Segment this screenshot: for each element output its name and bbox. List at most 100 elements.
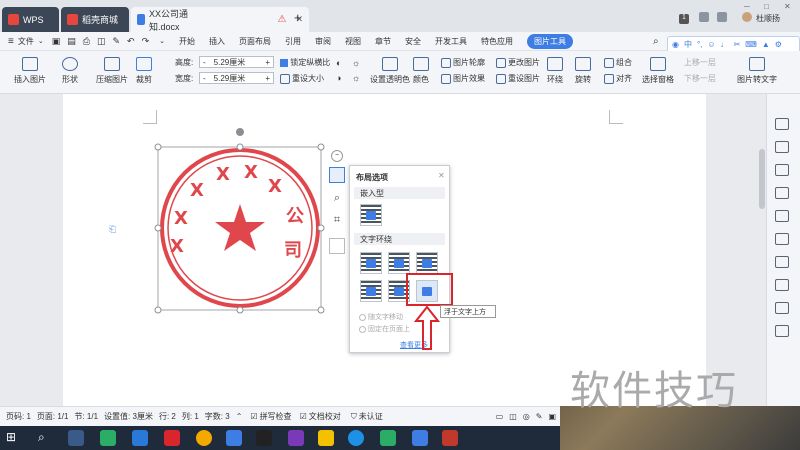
zoom-icon[interactable]: ⌕ bbox=[329, 192, 345, 208]
status-section[interactable]: 节: 1/1 bbox=[74, 411, 98, 422]
crop-icon[interactable]: ⌗ bbox=[329, 214, 345, 230]
save-icon[interactable]: ▣ bbox=[52, 36, 61, 47]
image-effects-button[interactable]: 图片效果 bbox=[441, 73, 485, 84]
ime-language[interactable]: 中 bbox=[684, 39, 692, 50]
reset-image-button[interactable]: 重设图片 bbox=[496, 73, 540, 84]
crop-button[interactable]: 裁剪 bbox=[136, 57, 152, 85]
share-icon[interactable] bbox=[775, 256, 789, 268]
resize-handle[interactable] bbox=[236, 306, 244, 314]
redo-icon[interactable]: ↷ bbox=[142, 36, 150, 47]
app-icon[interactable] bbox=[288, 430, 304, 446]
search-icon[interactable]: ⌕ bbox=[653, 36, 659, 47]
rotate-button[interactable]: 旋转 bbox=[575, 57, 591, 85]
wrap-square-option[interactable] bbox=[360, 252, 382, 274]
qq-icon[interactable] bbox=[256, 430, 272, 446]
edit-mode-icon[interactable]: ✎ bbox=[536, 412, 543, 421]
ime-keyboard-icon[interactable]: ⌨ bbox=[745, 40, 757, 49]
compress-image-button[interactable]: 压缩图片 bbox=[96, 57, 128, 85]
wrap-inline-option[interactable] bbox=[360, 204, 382, 226]
app-icon[interactable] bbox=[164, 430, 180, 446]
image-icon[interactable] bbox=[775, 325, 789, 337]
page-view-icon[interactable]: ▣ bbox=[548, 412, 556, 421]
export-icon[interactable]: ▤ bbox=[67, 36, 76, 47]
status-page-num[interactable]: 页码: 1 bbox=[6, 411, 31, 422]
menu-item[interactable]: 开发工具 bbox=[435, 36, 467, 47]
stamp-image[interactable]: X X X X X X 公 司 bbox=[150, 124, 330, 316]
tab-wps[interactable]: WPS bbox=[2, 7, 59, 32]
wrap-tight-option[interactable] bbox=[388, 252, 410, 274]
quick-access-chevron-icon[interactable]: ⌄ bbox=[159, 37, 165, 45]
menu-item[interactable]: 特色应用 bbox=[481, 36, 513, 47]
image-outline-button[interactable]: 图片轮廓 bbox=[441, 57, 485, 68]
help-icon[interactable] bbox=[775, 279, 789, 291]
print-preview-icon[interactable]: ◫ bbox=[97, 36, 106, 47]
resize-handle[interactable] bbox=[317, 143, 325, 151]
ime-voice-icon[interactable]: ♩ bbox=[721, 40, 729, 49]
hamburger-icon[interactable]: ≡ bbox=[8, 36, 14, 47]
reset-size-button[interactable]: 重设大小 bbox=[280, 73, 324, 84]
tab-store[interactable]: 稻壳商城 bbox=[61, 7, 129, 32]
menu-item[interactable]: 安全 bbox=[405, 36, 421, 47]
scrollbar-thumb[interactable] bbox=[759, 149, 765, 209]
proofread-button[interactable]: 文档校对 bbox=[309, 411, 341, 422]
wrap-button[interactable]: 环绕 bbox=[547, 57, 563, 85]
increment-icon[interactable]: + bbox=[265, 74, 270, 83]
width-field[interactable]: - 5.29厘米 + bbox=[199, 72, 274, 84]
status-words[interactable]: 字数: 3 bbox=[205, 411, 230, 422]
brightness-down-icon[interactable]: ☼ bbox=[352, 73, 360, 83]
move-with-text-radio[interactable]: 随文字移动 bbox=[359, 312, 403, 322]
print-icon[interactable]: ⎙ bbox=[83, 36, 90, 47]
resize-handle[interactable] bbox=[154, 306, 162, 314]
spell-check-button[interactable]: 拼写检查 bbox=[260, 411, 292, 422]
web-view-icon[interactable]: ◎ bbox=[523, 412, 530, 421]
rotate-handle-icon[interactable] bbox=[236, 128, 244, 136]
resize-handle[interactable] bbox=[236, 143, 244, 151]
shapes-icon[interactable] bbox=[775, 164, 789, 176]
resize-handle[interactable] bbox=[154, 224, 162, 232]
set-transparent-button[interactable]: 设置透明色 bbox=[370, 57, 410, 85]
shirt-icon[interactable] bbox=[717, 12, 727, 22]
maximize-icon[interactable]: □ bbox=[764, 2, 769, 11]
height-field[interactable]: - 5.29厘米 + bbox=[199, 56, 274, 68]
browser-icon[interactable] bbox=[196, 430, 212, 446]
resize-handle[interactable] bbox=[154, 143, 162, 151]
ime-tools-icon[interactable]: ✂ bbox=[734, 40, 741, 49]
ime-settings-icon[interactable]: ⚙ bbox=[775, 40, 782, 49]
menu-item[interactable]: 章节 bbox=[375, 36, 391, 47]
wrap-through-option[interactable] bbox=[416, 252, 438, 274]
change-image-button[interactable]: 更改图片 bbox=[496, 57, 540, 68]
shape-button[interactable]: 形状 bbox=[62, 57, 78, 85]
align-button[interactable]: 对齐 bbox=[604, 73, 632, 84]
reading-mode-icon[interactable]: ◫ bbox=[509, 412, 517, 421]
increment-icon[interactable]: + bbox=[265, 58, 270, 67]
app-icon[interactable] bbox=[442, 430, 458, 446]
windows-start-icon[interactable]: ⊞ bbox=[6, 430, 22, 446]
brightness-up-icon[interactable]: ☼ bbox=[352, 58, 360, 68]
edit-icon[interactable] bbox=[775, 118, 789, 130]
menu-item[interactable]: 审阅 bbox=[315, 36, 331, 47]
new-tab-button[interactable]: + bbox=[294, 10, 302, 25]
task-view-icon[interactable] bbox=[68, 430, 84, 446]
menu-item-picture-tools[interactable]: 图片工具 bbox=[526, 33, 573, 49]
lock-ratio-checkbox[interactable]: 锁定纵横比 bbox=[280, 57, 330, 68]
wps-writer-icon[interactable] bbox=[412, 430, 428, 446]
collapse-icon[interactable]: − bbox=[331, 150, 343, 162]
wechat-icon[interactable] bbox=[100, 430, 116, 446]
panel-close-icon[interactable]: ✕ bbox=[438, 171, 445, 180]
bring-forward-button[interactable]: 上移一层 bbox=[684, 57, 716, 68]
view-mode-icon[interactable]: ▭ bbox=[496, 412, 504, 421]
menu-item[interactable]: 视图 bbox=[345, 36, 361, 47]
tools-icon[interactable] bbox=[775, 210, 789, 222]
color-button[interactable]: 颜色 bbox=[413, 57, 429, 85]
chevron-down-icon[interactable]: ⌄ bbox=[38, 37, 44, 45]
chevron-up-icon[interactable]: ⌃ bbox=[236, 412, 243, 421]
certification-status[interactable]: 未认证 bbox=[359, 411, 383, 422]
close-icon[interactable]: ✕ bbox=[784, 2, 791, 11]
skin-icon[interactable] bbox=[699, 12, 709, 22]
resize-handle[interactable] bbox=[317, 224, 325, 232]
ie-icon[interactable] bbox=[348, 430, 364, 446]
format-painter-icon[interactable]: ✎ bbox=[112, 36, 120, 47]
contrast-up-icon[interactable]: ◐ bbox=[336, 58, 341, 68]
minimize-icon[interactable]: ─ bbox=[744, 2, 750, 11]
status-page[interactable]: 页面: 1/1 bbox=[37, 411, 69, 422]
